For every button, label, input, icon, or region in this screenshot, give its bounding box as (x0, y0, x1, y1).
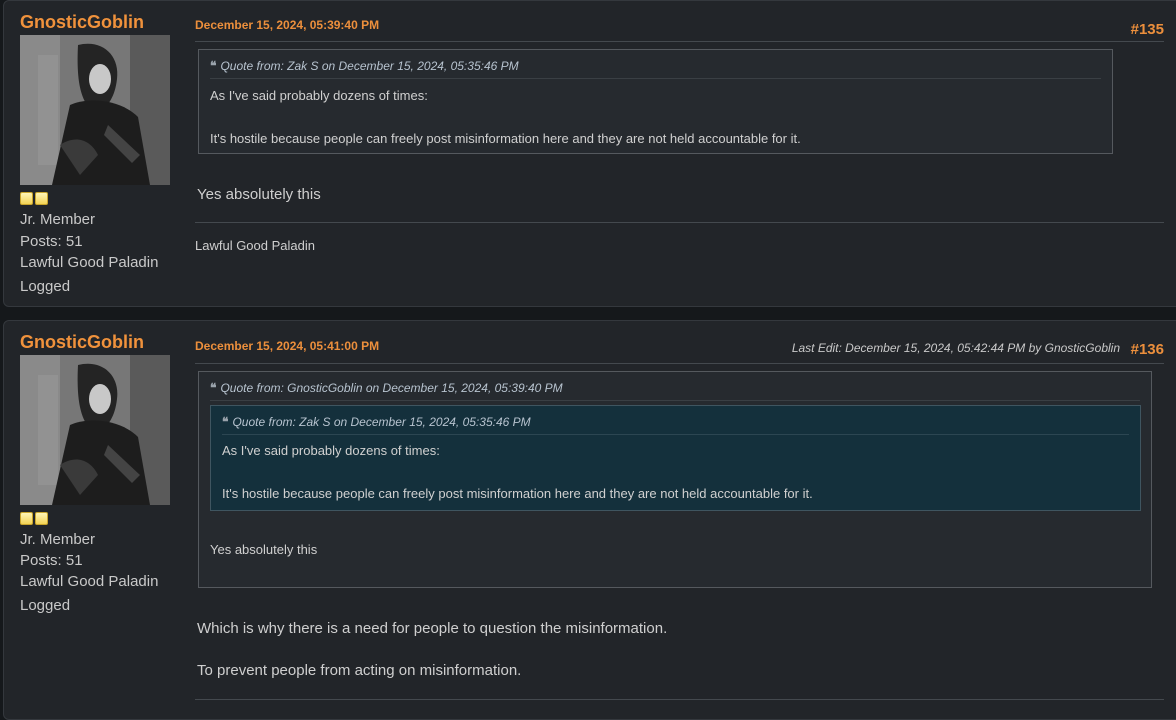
quote-line: It's hostile because people can freely p… (210, 131, 801, 146)
post-body-text: Which is why there is a need for people … (197, 620, 668, 637)
divider (195, 363, 1164, 364)
logged-status: Logged (20, 597, 71, 614)
member-rank: Jr. Member (20, 531, 96, 548)
quote-block: ❝ Quote from: Zak S on December 15, 2024,… (198, 49, 1113, 154)
signature-divider (195, 222, 1164, 223)
signature: Lawful Good Paladin (195, 238, 315, 253)
quote-header[interactable]: ❝ Quote from: Zak S on December 15, 2024,… (210, 59, 1101, 79)
divider (195, 41, 1164, 42)
post-body-text: Yes absolutely this (197, 186, 321, 203)
poster-name-link[interactable]: GnosticGoblin (20, 12, 144, 33)
post-count: Posts: 51 (20, 233, 83, 250)
avatar-image (20, 355, 170, 505)
avatar[interactable] (20, 35, 170, 185)
quote-icon: ❝ (210, 59, 217, 73)
signature-divider (195, 699, 1164, 700)
logged-status: Logged (20, 278, 71, 295)
last-edit-note: Last Edit: December 15, 2024, 05:42:44 P… (791, 341, 1120, 355)
rank-star-icon (20, 512, 33, 525)
post-date[interactable]: December 15, 2024, 05:41:00 PM (195, 339, 379, 353)
member-title: Lawful Good Paladin (20, 573, 159, 590)
rank-star-icon (20, 192, 33, 205)
post-number-link[interactable]: #135 (1131, 21, 1164, 38)
quote-block: ❝ Quote from: GnosticGoblin on December 1… (198, 371, 1152, 588)
quote-header-text: Quote from: Zak S on December 15, 2024, … (220, 59, 519, 73)
rank-star-icon (35, 512, 48, 525)
post-136: GnosticGoblin Jr. Member Posts: 51 Lawfu… (3, 320, 1176, 720)
quote-icon: ❝ (222, 415, 229, 429)
member-rank: Jr. Member (20, 211, 96, 228)
nested-quote-line: As I've said probably dozens of times: (222, 443, 440, 458)
post-count: Posts: 51 (20, 552, 83, 569)
quote-header-text: Quote from: GnosticGoblin on December 15… (220, 381, 563, 395)
avatar[interactable] (20, 355, 170, 505)
avatar-image (20, 35, 170, 185)
nested-quote-header-text: Quote from: Zak S on December 15, 2024, … (232, 415, 531, 429)
rank-stars (20, 512, 48, 525)
post-date[interactable]: December 15, 2024, 05:39:40 PM (195, 18, 379, 32)
nested-quote-block: ❝ Quote from: Zak S on December 15, 2024,… (210, 405, 1141, 511)
quote-line: Yes absolutely this (210, 542, 318, 557)
post-body-text: To prevent people from acting on misinfo… (197, 662, 522, 679)
post-135: GnosticGoblin Jr. Member Posts: 51 Lawfu… (3, 0, 1176, 307)
member-title: Lawful Good Paladin (20, 254, 159, 271)
poster-name-link[interactable]: GnosticGoblin (20, 332, 144, 353)
nested-quote-header[interactable]: ❝ Quote from: Zak S on December 15, 2024,… (222, 415, 1129, 435)
nested-quote-line: It's hostile because people can freely p… (222, 486, 813, 501)
quote-line: As I've said probably dozens of times: (210, 88, 428, 103)
rank-stars (20, 192, 48, 205)
quote-header[interactable]: ❝ Quote from: GnosticGoblin on December 1… (210, 381, 1140, 401)
post-number-link[interactable]: #136 (1131, 341, 1164, 358)
rank-star-icon (35, 192, 48, 205)
quote-icon: ❝ (210, 381, 217, 395)
